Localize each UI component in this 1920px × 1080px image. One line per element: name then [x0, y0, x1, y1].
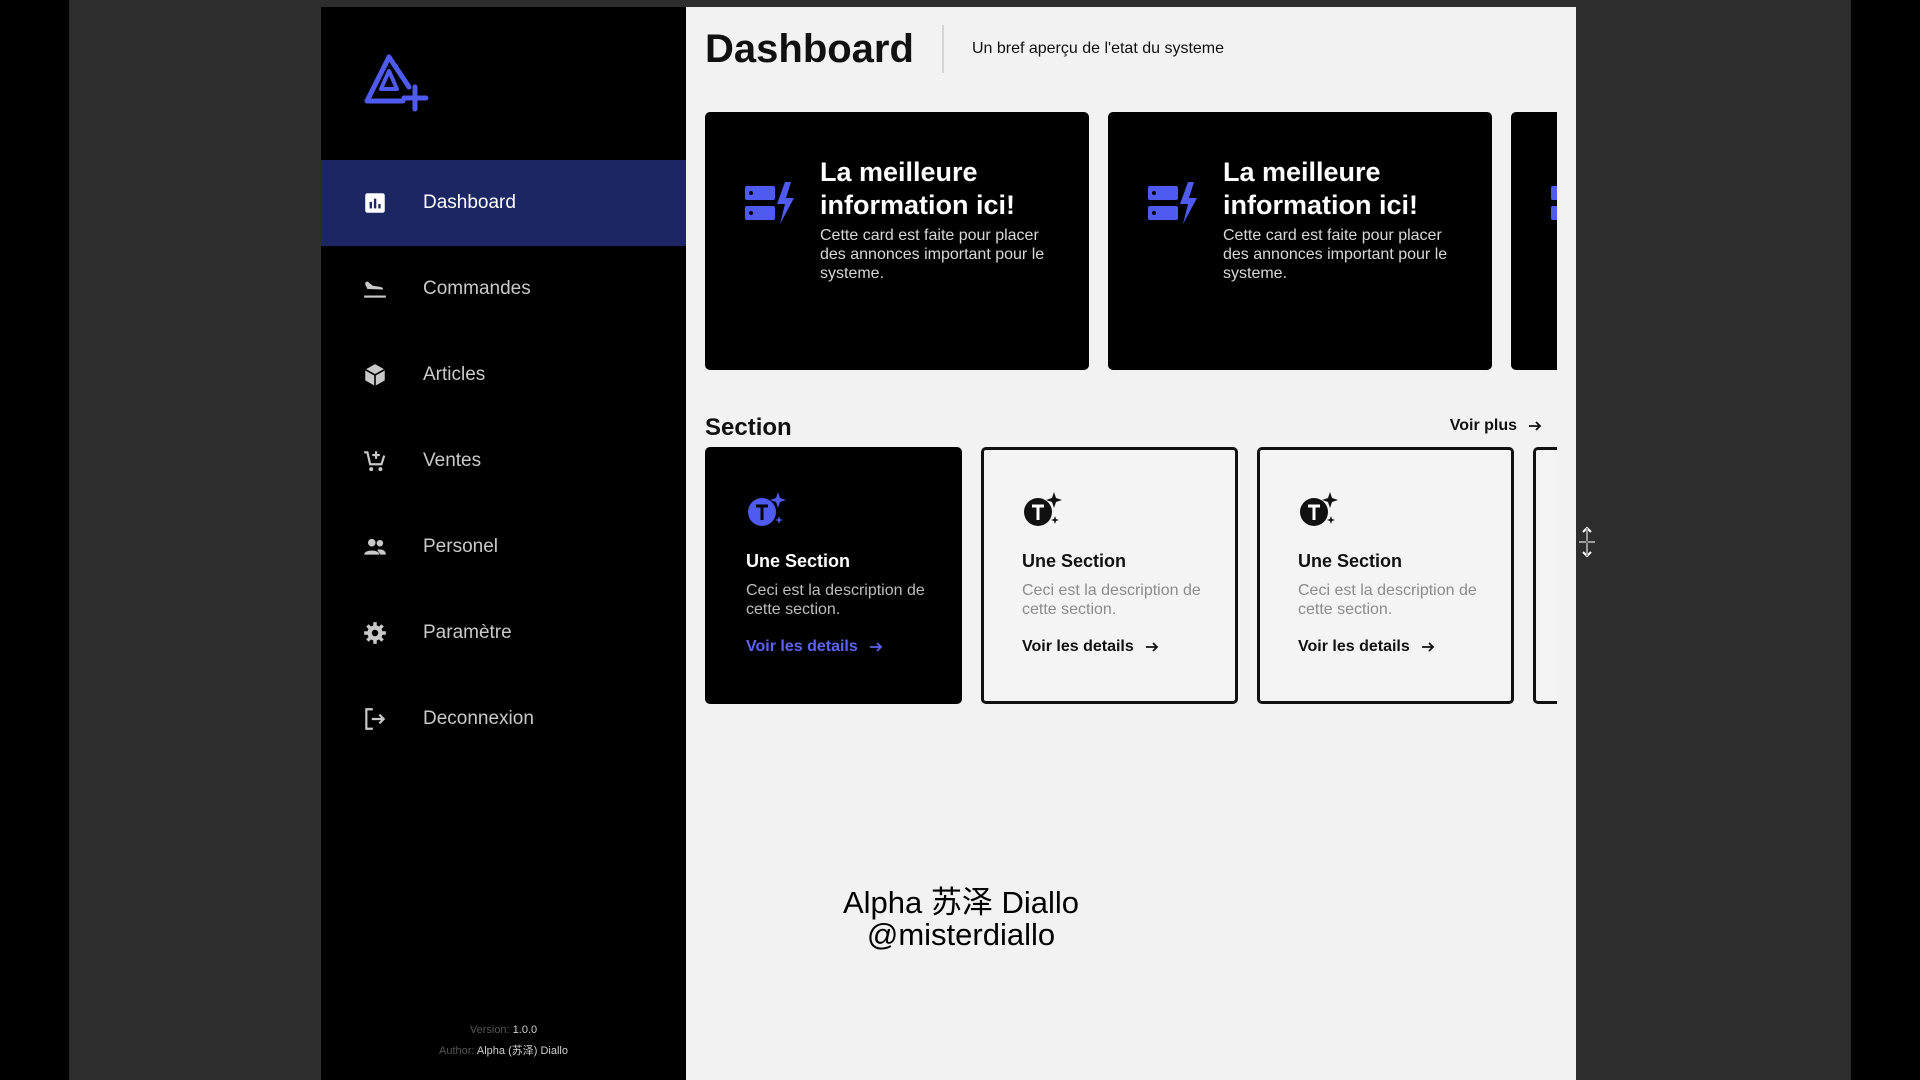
server-bolt-icon	[745, 182, 794, 224]
main-content: Dashboard Un bref aperçu de l'etat du sy…	[686, 7, 1576, 1080]
section-card-title: Une Section	[1022, 551, 1127, 571]
a-plus-logo-icon[interactable]	[359, 49, 431, 121]
section-card-title: Une Section	[1298, 551, 1403, 571]
screen-border-right	[1851, 0, 1920, 1080]
promo-title: La meilleure information ici!	[1223, 157, 1418, 220]
promo-title: La meilleure information ici!	[820, 157, 1015, 220]
sidebar-item-deconnexion[interactable]: Deconnexion	[321, 676, 686, 762]
page-subtitle: Un bref aperçu de l'etat du systeme	[971, 40, 1225, 57]
promo-text: Cette card est faite pour placer des ann…	[820, 227, 1045, 282]
arrow-right-icon	[869, 642, 883, 652]
resize-cursor-icon[interactable]	[1575, 526, 1599, 558]
cube-icon	[361, 361, 389, 389]
sidebar-item-ventes[interactable]: Ventes	[321, 418, 686, 504]
details-link[interactable]: Voir les details	[1022, 638, 1160, 656]
arrow-right-icon	[1145, 642, 1159, 652]
details-link[interactable]: Voir les details	[746, 638, 884, 656]
people-icon	[361, 533, 389, 561]
screen-border-left	[0, 0, 69, 1080]
arrow-right-icon	[1529, 421, 1542, 431]
text-sparkle-icon	[1024, 492, 1062, 526]
section-card-desc: Ceci est la description de cette section…	[746, 582, 925, 618]
promo-card[interactable]: La meilleure information ici! Cette card…	[1108, 112, 1492, 370]
details-link-label: Voir les details	[746, 638, 858, 655]
author-watermark: Alpha 苏泽 Diallo @misterdiallo	[811, 887, 1111, 951]
sidebar-item-parametre[interactable]: Paramètre	[321, 590, 686, 676]
sidebar-item-commandes[interactable]: Commandes	[321, 246, 686, 332]
details-link[interactable]: Voir les details	[1298, 638, 1436, 656]
sidebar-item-label: Ventes	[423, 450, 482, 471]
version-value: 1.0.0	[512, 1024, 538, 1036]
section-card[interactable]: Une Section Ceci est la description de c…	[1257, 447, 1514, 704]
app-window: Dashboard Commandes Articles Ventes Pers…	[321, 7, 1576, 1080]
sidebar-item-articles[interactable]: Articles	[321, 332, 686, 418]
author-value: Alpha (苏泽) Diallo	[476, 1045, 568, 1057]
sidebar-item-label: Paramètre	[423, 622, 512, 643]
sidebar-item-label: Personel	[423, 536, 498, 557]
sidebar-item-label: Deconnexion	[423, 708, 534, 729]
see-more-link[interactable]: Voir plus	[1450, 417, 1543, 435]
promo-card-partial[interactable]	[1511, 112, 1557, 370]
section-card-title: Une Section	[746, 551, 851, 571]
sidebar-item-dashboard[interactable]: Dashboard	[321, 160, 686, 246]
section-carousel[interactable]: Une Section Ceci est la description de c…	[705, 447, 1557, 704]
version-info: Version: 1.0.0 Author: Alpha (苏泽) Diallo	[321, 1020, 686, 1062]
section-card-desc: Ceci est la description de cette section…	[1022, 582, 1201, 618]
sidebar-item-personel[interactable]: Personel	[321, 504, 686, 590]
section-title: Section	[705, 414, 792, 441]
details-link-label: Voir les details	[1022, 638, 1134, 655]
section-card-partial[interactable]	[1533, 447, 1557, 704]
sidebar-nav: Dashboard Commandes Articles Ventes Pers…	[321, 160, 686, 762]
sidebar-item-label: Commandes	[423, 278, 531, 299]
promo-text: Cette card est faite pour placer des ann…	[1223, 227, 1448, 282]
gear-icon	[361, 619, 389, 647]
sidebar-item-label: Articles	[423, 364, 486, 385]
logout-icon	[361, 705, 389, 733]
section-card-desc: Ceci est la description de cette section…	[1298, 582, 1477, 618]
chart-icon	[361, 189, 389, 217]
sidebar: Dashboard Commandes Articles Ventes Pers…	[321, 7, 686, 1080]
promo-carousel[interactable]: La meilleure information ici! Cette card…	[705, 112, 1557, 370]
plane-landing-icon	[361, 275, 389, 303]
section-card[interactable]: Une Section Ceci est la description de c…	[981, 447, 1238, 704]
watermark-handle: @misterdiallo	[866, 917, 1056, 952]
cart-add-icon	[361, 447, 389, 475]
page-header: Dashboard Un bref aperçu de l'etat du sy…	[705, 25, 1224, 73]
server-bolt-icon	[1148, 182, 1197, 224]
section-card[interactable]: Une Section Ceci est la description de c…	[705, 447, 962, 704]
arrow-right-icon	[1421, 642, 1435, 652]
see-more-label: Voir plus	[1449, 417, 1517, 434]
watermark-name: Alpha 苏泽 Diallo	[842, 885, 1080, 920]
text-sparkle-icon	[1300, 492, 1338, 526]
author-label: Author:	[438, 1045, 475, 1057]
promo-card[interactable]: La meilleure information ici! Cette card…	[705, 112, 1089, 370]
sidebar-item-label: Dashboard	[423, 192, 516, 213]
details-link-label: Voir les details	[1298, 638, 1410, 655]
version-label: Version:	[469, 1024, 510, 1036]
text-sparkle-icon	[748, 492, 786, 526]
page-title: Dashboard	[705, 25, 944, 73]
server-bolt-icon	[1551, 186, 1557, 220]
